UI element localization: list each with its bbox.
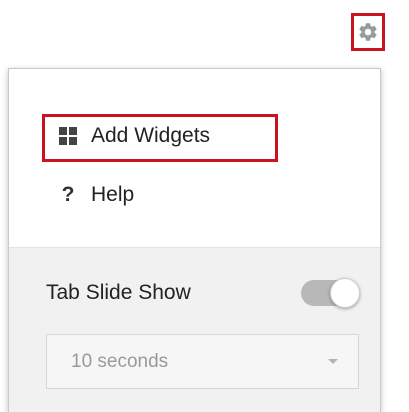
gear-icon [359, 23, 377, 41]
settings-gear-button[interactable] [351, 13, 385, 51]
grid-icon [59, 127, 77, 145]
slideshow-label: Tab Slide Show [46, 281, 191, 304]
interval-select[interactable]: 10 seconds [46, 334, 359, 389]
menu-item-add-widgets[interactable]: Add Widgets [39, 114, 271, 158]
interval-select-value: 10 seconds [71, 350, 169, 372]
settings-screen: Add Widgets ? Help Tab Slide Show 10 sec… [0, 0, 409, 412]
menu-item-label: Help [91, 183, 135, 206]
settings-dropdown-panel: Add Widgets ? Help Tab Slide Show 10 sec… [8, 68, 381, 412]
slideshow-toggle[interactable] [301, 278, 360, 308]
menu-item-help[interactable]: ? Help [39, 177, 135, 213]
toggle-knob [330, 278, 360, 308]
menu-item-label: Add Widgets [91, 124, 211, 147]
chevron-down-icon [328, 359, 338, 364]
menu-section: Add Widgets ? Help [9, 69, 380, 247]
slideshow-section: Tab Slide Show 10 seconds [9, 247, 380, 412]
question-mark-icon: ? [61, 183, 75, 206]
